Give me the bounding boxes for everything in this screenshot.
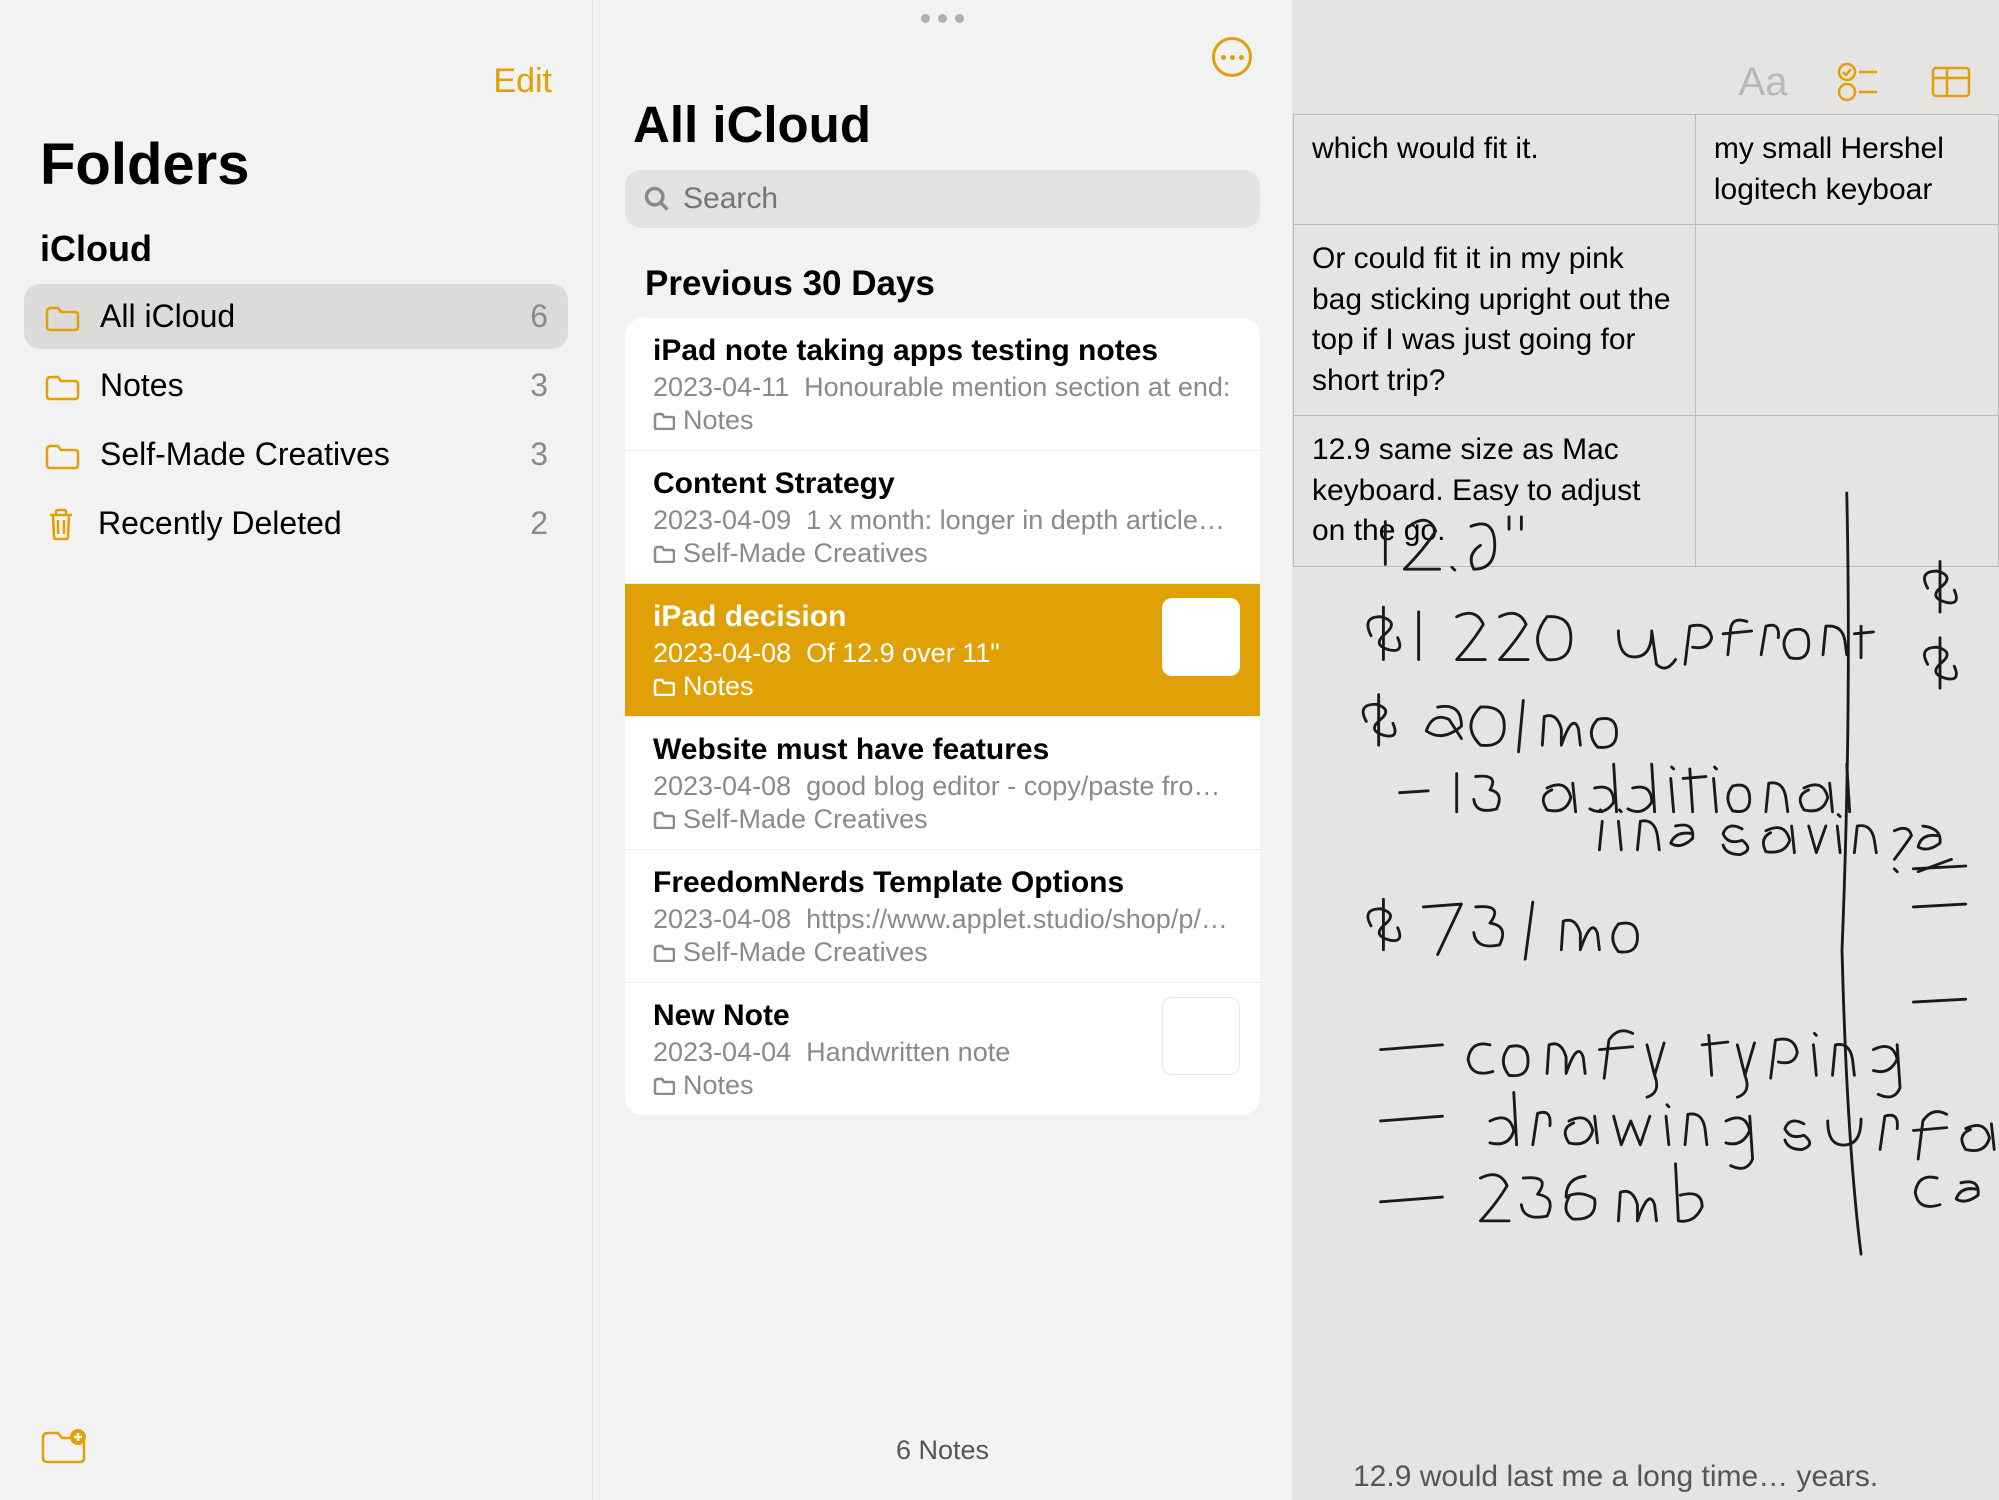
note-preview: 2023-04-08 good blog editor - copy/paste… bbox=[653, 771, 1232, 802]
note-folder: Self-Made Creatives bbox=[653, 937, 1232, 968]
handwriting-area[interactable] bbox=[1333, 474, 1999, 1500]
note-title: Content Strategy bbox=[653, 467, 1232, 501]
note-bottom-text: 12.9 would last me a long time… years. bbox=[1353, 1460, 1878, 1494]
table-cell[interactable]: my small Hershel logitech keyboar bbox=[1695, 115, 1998, 225]
folder-item-notes[interactable]: Notes 3 bbox=[24, 353, 568, 418]
note-title: FreedomNerds Template Options bbox=[653, 866, 1232, 900]
group-header: Previous 30 Days bbox=[593, 252, 1292, 318]
note-thumbnail bbox=[1162, 997, 1240, 1075]
note-title: New Note bbox=[653, 999, 1232, 1033]
note-item[interactable]: New Note 2023-04-04 Handwritten note Not… bbox=[625, 983, 1260, 1115]
notes-count-footer: 6 Notes bbox=[593, 1409, 1292, 1500]
folder-count: 6 bbox=[530, 298, 548, 335]
note-editor-pane: Aa which would fit it.my small Hershel l… bbox=[1293, 0, 1999, 1500]
folders-title: Folders bbox=[0, 111, 592, 218]
note-folder: Notes bbox=[653, 671, 1232, 702]
text-style-button[interactable]: Aa bbox=[1741, 60, 1785, 104]
note-item[interactable]: iPad decision 2023-04-08 Of 12.9 over 11… bbox=[625, 584, 1260, 717]
folder-item-all-icloud[interactable]: All iCloud 6 bbox=[24, 284, 568, 349]
note-body[interactable]: which would fit it.my small Hershel logi… bbox=[1293, 114, 1999, 1500]
table-cell[interactable] bbox=[1695, 225, 1998, 416]
folder-count: 3 bbox=[530, 367, 548, 404]
note-folder: Self-Made Creatives bbox=[653, 538, 1232, 569]
folder-label: Self-Made Creatives bbox=[100, 436, 390, 473]
note-item[interactable]: Website must have features 2023-04-08 go… bbox=[625, 717, 1260, 850]
folder-label: All iCloud bbox=[100, 298, 235, 335]
note-preview: 2023-04-08 Of 12.9 over 11" bbox=[653, 638, 1232, 669]
note-title: iPad note taking apps testing notes bbox=[653, 334, 1232, 368]
table-cell[interactable]: which would fit it. bbox=[1294, 115, 1696, 225]
notes-list-pane: All iCloud Previous 30 Days iPad note ta… bbox=[593, 0, 1293, 1500]
note-item[interactable]: Content Strategy 2023-04-09 1 x month: l… bbox=[625, 451, 1260, 584]
folder-label: Notes bbox=[100, 367, 184, 404]
drag-handle-icon[interactable] bbox=[593, 0, 1292, 29]
folder-label: Recently Deleted bbox=[98, 505, 342, 542]
note-title: Website must have features bbox=[653, 733, 1232, 767]
folder-icon bbox=[44, 303, 80, 331]
search-field[interactable] bbox=[625, 170, 1260, 228]
note-thumbnail bbox=[1162, 598, 1240, 676]
note-folder: Notes bbox=[653, 405, 1232, 436]
note-item[interactable]: FreedomNerds Template Options 2023-04-08… bbox=[625, 850, 1260, 983]
folder-icon bbox=[44, 372, 80, 400]
note-preview: 2023-04-09 1 x month: longer in depth ar… bbox=[653, 505, 1232, 536]
folder-item-recently-deleted[interactable]: Recently Deleted 2 bbox=[24, 491, 568, 556]
folder-item-self-made-creatives[interactable]: Self-Made Creatives 3 bbox=[24, 422, 568, 487]
checklist-button[interactable] bbox=[1835, 60, 1879, 104]
note-folder: Self-Made Creatives bbox=[653, 804, 1232, 835]
edit-button[interactable]: Edit bbox=[493, 62, 552, 101]
trash-icon bbox=[44, 507, 78, 541]
folder-icon bbox=[44, 441, 80, 469]
note-item[interactable]: iPad note taking apps testing notes 2023… bbox=[625, 318, 1260, 451]
note-folder: Notes bbox=[653, 1070, 1232, 1101]
account-section-label: iCloud bbox=[0, 218, 592, 284]
note-toolbar: Aa bbox=[1293, 40, 1999, 114]
note-preview: 2023-04-08 https://www.applet.studio/sho… bbox=[653, 904, 1232, 935]
search-icon bbox=[643, 185, 671, 213]
folder-count: 2 bbox=[530, 505, 548, 542]
note-preview: 2023-04-11 Honourable mention section at… bbox=[653, 372, 1232, 403]
search-input[interactable] bbox=[683, 182, 1242, 216]
note-title: iPad decision bbox=[653, 600, 1232, 634]
folders-sidebar: Edit Folders iCloud All iCloud 6 Notes 3… bbox=[0, 0, 593, 1500]
table-cell[interactable]: Or could fit it in my pink bag sticking … bbox=[1294, 225, 1696, 416]
table-button[interactable] bbox=[1929, 60, 1973, 104]
folder-count: 3 bbox=[530, 436, 548, 473]
new-folder-button[interactable] bbox=[40, 1428, 86, 1464]
note-preview: 2023-04-04 Handwritten note bbox=[653, 1037, 1232, 1068]
list-title: All iCloud bbox=[593, 91, 1292, 170]
more-options-button[interactable] bbox=[1212, 37, 1252, 77]
